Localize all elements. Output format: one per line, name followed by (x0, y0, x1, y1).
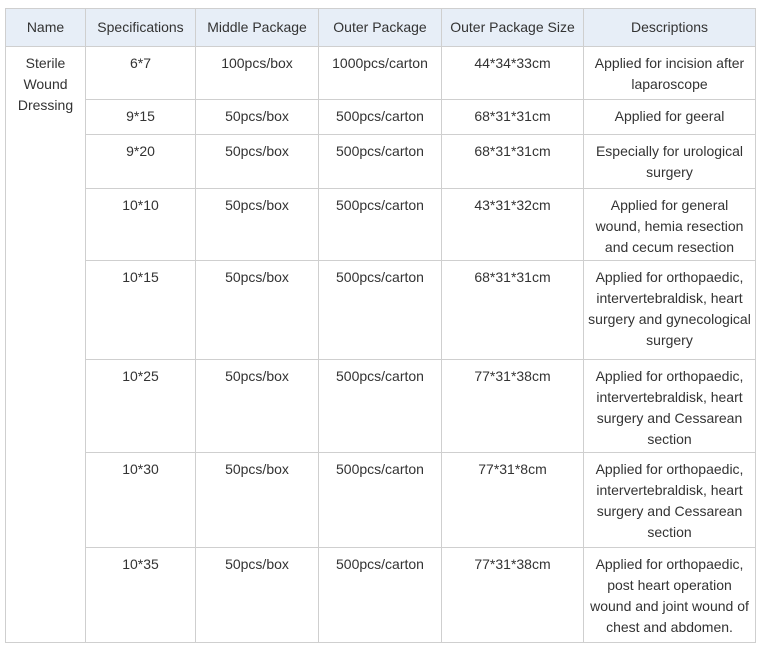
description-cell: Applied for orthopaedic, intervertebrald… (583, 359, 756, 453)
outer-package-cell: 500pcs/carton (318, 547, 442, 643)
description-cell: Applied for general wound, hemia resecti… (583, 188, 756, 261)
spec-cell: 9*20 (85, 134, 196, 189)
header-outer-package-size: Outer Package Size (441, 8, 584, 47)
description-cell: Especially for urological surgery (583, 134, 756, 189)
spec-cell: 10*35 (85, 547, 196, 643)
header-outer-package: Outer Package (318, 8, 442, 47)
table-row: 10*35 50pcs/box 500pcs/carton 77*31*38cm… (6, 547, 756, 643)
middle-package-cell: 50pcs/box (195, 99, 319, 135)
middle-package-cell: 50pcs/box (195, 188, 319, 261)
spec-cell: 10*25 (85, 359, 196, 453)
header-middle-package: Middle Package (195, 8, 319, 47)
middle-package-cell: 50pcs/box (195, 260, 319, 360)
outer-size-cell: 77*31*8cm (441, 452, 584, 548)
outer-package-cell: 1000pcs/carton (318, 46, 442, 100)
description-cell: Applied for orthopaedic, intervertebrald… (583, 260, 756, 360)
description-cell: Applied for orthopaedic, intervertebrald… (583, 452, 756, 548)
outer-size-cell: 68*31*31cm (441, 260, 584, 360)
outer-package-cell: 500pcs/carton (318, 452, 442, 548)
middle-package-cell: 50pcs/box (195, 134, 319, 189)
outer-size-cell: 77*31*38cm (441, 547, 584, 643)
table-row: 9*15 50pcs/box 500pcs/carton 68*31*31cm … (6, 99, 756, 135)
outer-package-cell: 500pcs/carton (318, 134, 442, 189)
header-name: Name (5, 8, 86, 47)
middle-package-cell: 100pcs/box (195, 46, 319, 100)
description-cell: Applied for orthopaedic, post heart oper… (583, 547, 756, 643)
header-row: Name Specifications Middle Package Outer… (5, 8, 756, 47)
header-specifications: Specifications (85, 8, 196, 47)
outer-size-cell: 68*31*31cm (441, 134, 584, 189)
header-descriptions: Descriptions (583, 8, 756, 47)
middle-package-cell: 50pcs/box (195, 359, 319, 453)
outer-size-cell: 44*34*33cm (441, 46, 584, 100)
product-name-cell: Sterile Wound Dressing (5, 46, 86, 643)
outer-package-cell: 500pcs/carton (318, 188, 442, 261)
description-cell: Applied for incision after laparoscope (583, 46, 756, 100)
outer-package-cell: 500pcs/carton (318, 359, 442, 453)
table-row: Sterile Wound Dressing 6*7 100pcs/box 10… (5, 46, 756, 643)
middle-package-cell: 50pcs/box (195, 547, 319, 643)
middle-package-cell: 50pcs/box (195, 452, 319, 548)
description-text: Applied for geeral (614, 108, 725, 124)
outer-size-cell: 77*31*38cm (441, 359, 584, 453)
spec-cell: 9*15 (85, 99, 196, 135)
description-cell: Applied for geeral (583, 99, 756, 135)
spec-cell: 10*10 (85, 188, 196, 261)
table-row: 10*25 50pcs/box 500pcs/carton 77*31*38cm… (6, 359, 756, 453)
table-body: Sterile Wound Dressing 6*7 100pcs/box 10… (5, 46, 756, 643)
spec-cell: 10*30 (85, 452, 196, 548)
outer-package-cell: 500pcs/carton (318, 99, 442, 135)
product-spec-table: Name Specifications Middle Package Outer… (5, 8, 756, 643)
table-row: 10*15 50pcs/box 500pcs/carton 68*31*31cm… (6, 260, 756, 360)
outer-package-cell: 500pcs/carton (318, 260, 442, 360)
outer-size-cell: 43*31*32cm (441, 188, 584, 261)
table-row: 10*30 50pcs/box 500pcs/carton 77*31*8cm … (6, 452, 756, 548)
outer-size-cell: 68*31*31cm (441, 99, 584, 135)
table-row: 9*20 50pcs/box 500pcs/carton 68*31*31cm … (6, 134, 756, 189)
spec-cell: 10*15 (85, 260, 196, 360)
table-row: 10*10 50pcs/box 500pcs/carton 43*31*32cm… (6, 188, 756, 261)
table-header: Name Specifications Middle Package Outer… (5, 8, 756, 47)
spec-cell: 6*7 (85, 46, 196, 100)
product-name: Sterile Wound Dressing (17, 55, 74, 113)
